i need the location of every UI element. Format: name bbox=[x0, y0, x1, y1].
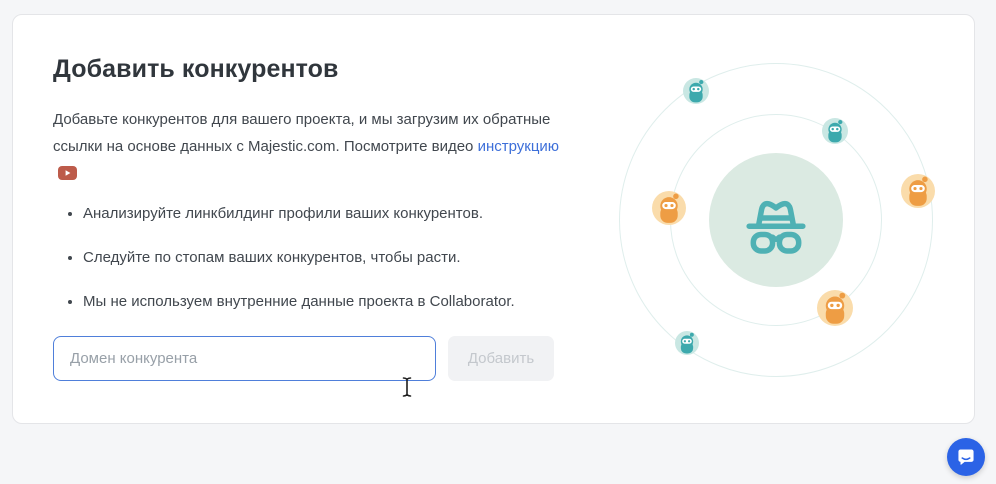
page-title: Добавить конкурентов bbox=[53, 53, 575, 85]
competitors-illustration bbox=[619, 63, 933, 377]
description-text: Добавьте конкурентов для вашего проекта,… bbox=[53, 106, 569, 189]
competitor-domain-input[interactable] bbox=[53, 336, 436, 381]
robot-avatar-icon bbox=[652, 191, 686, 225]
list-item: Мы не используем внутренние данные проек… bbox=[83, 292, 575, 312]
benefits-list: Анализируйте линкбилдинг профили ваших к… bbox=[53, 204, 575, 312]
description-body: Добавьте конкурентов для вашего проекта,… bbox=[53, 111, 550, 155]
list-item: Следуйте по стопам ваших конкурентов, чт… bbox=[83, 248, 575, 268]
text-cursor bbox=[401, 376, 413, 403]
robot-avatar-icon bbox=[901, 174, 935, 208]
add-competitor-form: Добавить bbox=[53, 336, 575, 381]
incognito-circle bbox=[709, 153, 843, 287]
incognito-spy-icon bbox=[732, 176, 820, 264]
content-column: Добавить конкурентов Добавьте конкуренто… bbox=[53, 53, 575, 381]
add-competitors-card: Добавить конкурентов Добавьте конкуренто… bbox=[12, 14, 975, 424]
add-button[interactable]: Добавить bbox=[448, 336, 554, 381]
chat-bubble-icon bbox=[955, 446, 977, 468]
video-instruction-link-label: инструкцию bbox=[478, 138, 560, 155]
robot-avatar-icon bbox=[817, 290, 853, 326]
robot-avatar-icon bbox=[675, 331, 699, 355]
robot-avatar-icon bbox=[822, 118, 848, 144]
youtube-icon bbox=[58, 162, 77, 189]
list-item: Анализируйте линкбилдинг профили ваших к… bbox=[83, 204, 575, 224]
chat-launcher-button[interactable] bbox=[947, 438, 985, 476]
robot-avatar-icon bbox=[683, 78, 709, 104]
